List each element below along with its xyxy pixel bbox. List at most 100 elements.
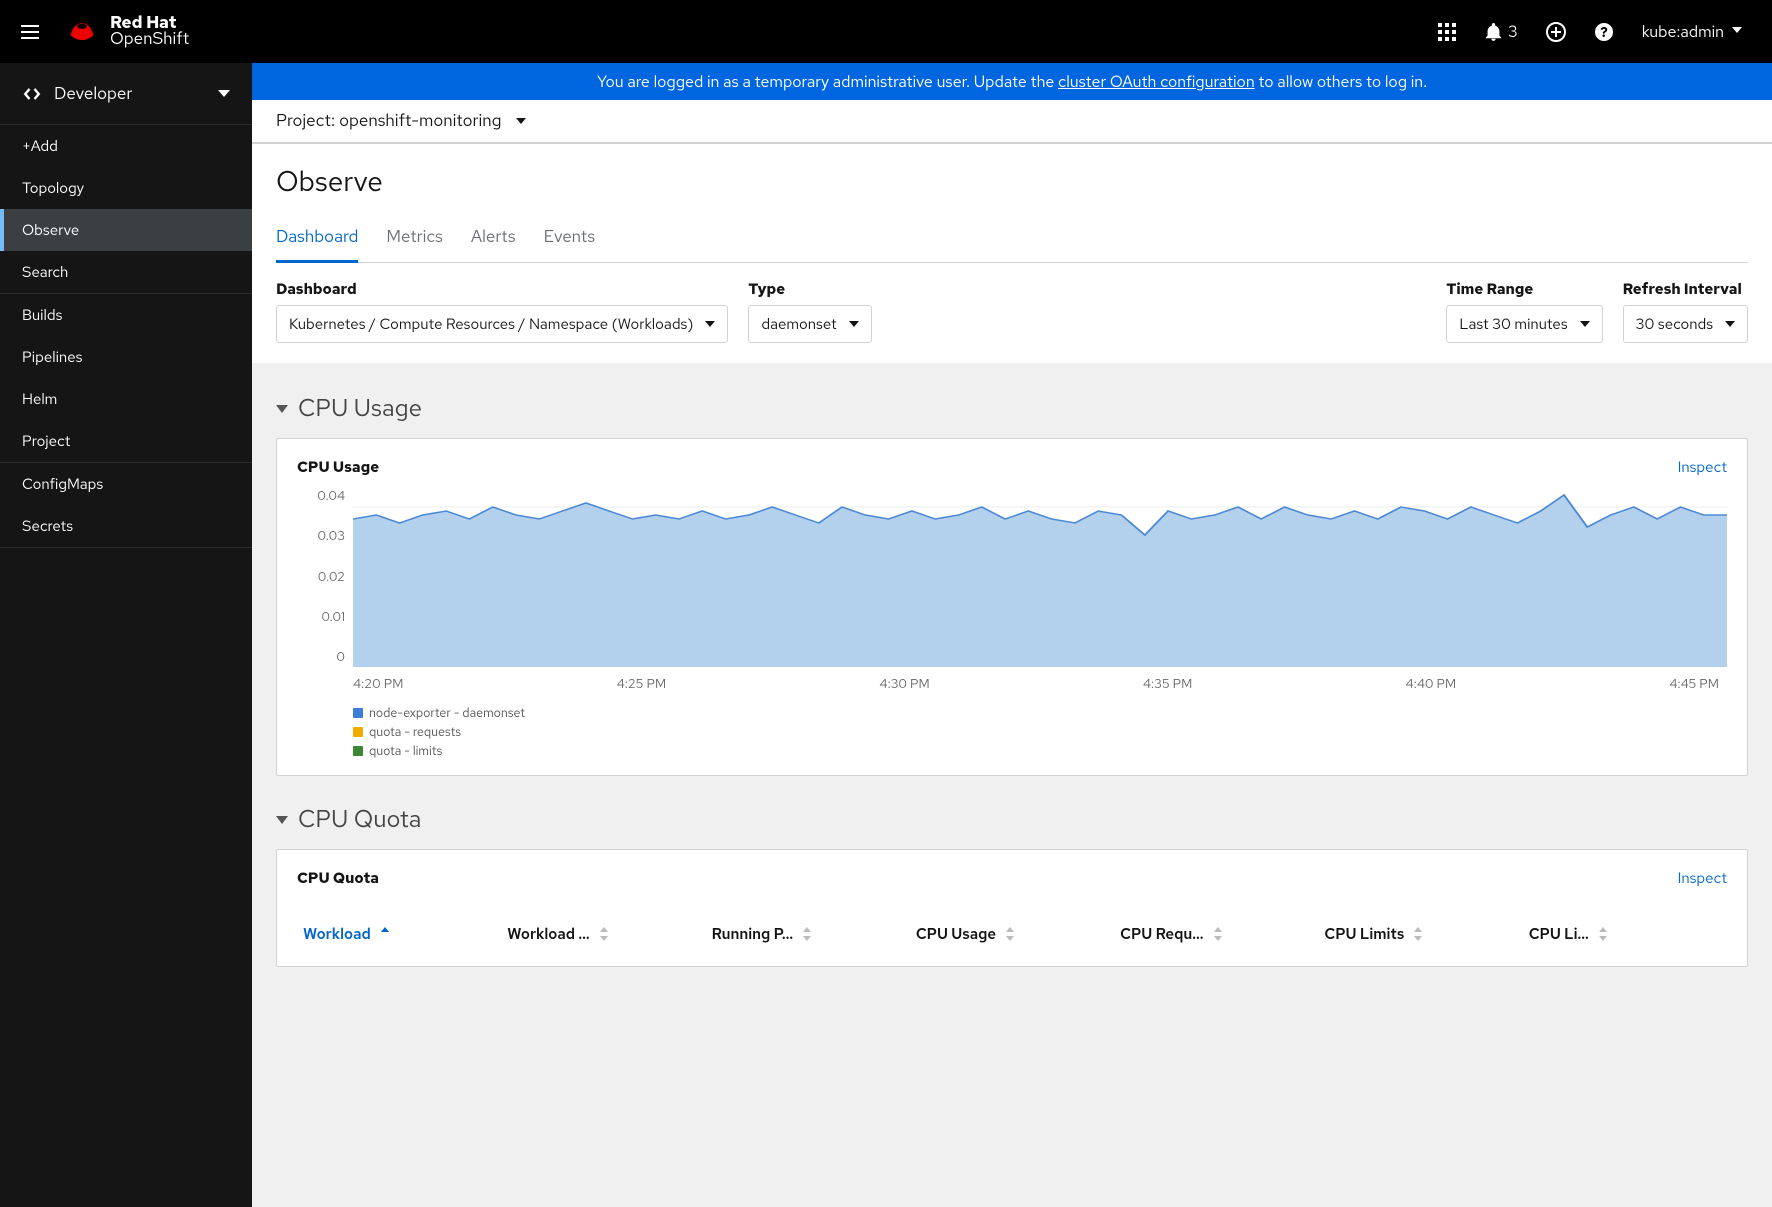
caret-down-icon bbox=[1732, 27, 1742, 37]
app-launcher-button[interactable] bbox=[1437, 22, 1457, 42]
brand-line2: OpenShift bbox=[110, 31, 189, 49]
cpu-quota-table-head: WorkloadWorkload ...Running P...CPU Usag… bbox=[297, 898, 1727, 952]
sidebar-item-configmaps[interactable]: ConfigMaps bbox=[0, 463, 252, 505]
column-header[interactable]: Running P... bbox=[706, 916, 910, 952]
refresh-select[interactable]: 30 seconds bbox=[1623, 305, 1748, 343]
cpu-usage-chart[interactable] bbox=[353, 487, 1727, 667]
help-button[interactable]: ? bbox=[1594, 22, 1614, 42]
type-value: daemonset bbox=[761, 314, 836, 334]
section-cpu-usage-title: CPU Usage bbox=[298, 393, 422, 424]
dashboard-toolbar: Dashboard Kubernetes / Compute Resources… bbox=[252, 263, 1772, 363]
perspective-switcher[interactable]: Developer bbox=[0, 63, 252, 125]
column-header[interactable]: CPU Requ... bbox=[1114, 916, 1318, 952]
timerange-select[interactable]: Last 30 minutes bbox=[1446, 305, 1602, 343]
plus-circle-icon bbox=[1546, 22, 1566, 42]
dashboard-select[interactable]: Kubernetes / Compute Resources / Namespa… bbox=[276, 305, 728, 343]
x-tick: 4:40 PM bbox=[1406, 675, 1457, 692]
x-tick: 4:45 PM bbox=[1669, 675, 1719, 692]
column-header[interactable]: CPU Limits bbox=[1318, 916, 1522, 952]
masthead: Red Hat OpenShift 3 ? kube:admin bbox=[0, 0, 1772, 63]
user-menu[interactable]: kube:admin bbox=[1642, 21, 1742, 42]
sort-icon bbox=[379, 927, 391, 941]
caret-down-icon bbox=[218, 90, 230, 97]
legend-label: quota - requests bbox=[369, 723, 461, 740]
column-header[interactable]: CPU Usage bbox=[910, 916, 1114, 952]
chart-y-axis: 0.040.030.020.010 bbox=[297, 487, 345, 667]
caret-down-icon bbox=[516, 118, 526, 124]
dashboard-value: Kubernetes / Compute Resources / Namespa… bbox=[289, 314, 693, 334]
chart-x-axis: 4:20 PM4:25 PM4:30 PM4:35 PM4:40 PM4:45 … bbox=[297, 675, 1727, 692]
sidebar: Developer +AddTopologyObserveSearchBuild… bbox=[0, 63, 252, 1207]
timerange-value: Last 30 minutes bbox=[1459, 314, 1567, 334]
caret-down-icon bbox=[1725, 321, 1735, 327]
type-select[interactable]: daemonset bbox=[748, 305, 871, 343]
brand-text: Red Hat OpenShift bbox=[110, 15, 189, 49]
masthead-actions: 3 ? kube:admin bbox=[1437, 21, 1772, 42]
banner-link[interactable]: cluster OAuth configuration bbox=[1058, 71, 1255, 92]
sidebar-item-project[interactable]: Project bbox=[0, 420, 252, 462]
section-cpu-quota-toggle[interactable]: CPU Quota bbox=[276, 804, 1748, 835]
column-header[interactable]: Workload bbox=[297, 916, 501, 952]
legend-item[interactable]: quota - requests bbox=[353, 723, 1727, 740]
legend-item[interactable]: quota - limits bbox=[353, 742, 1727, 759]
import-button[interactable] bbox=[1546, 22, 1566, 42]
main-content: You are logged in as a temporary adminis… bbox=[252, 63, 1772, 1207]
sidebar-item-builds[interactable]: Builds bbox=[0, 294, 252, 336]
tab-events[interactable]: Events bbox=[544, 218, 596, 262]
notifications-count: 3 bbox=[1508, 21, 1518, 42]
sidebar-item-secrets[interactable]: Secrets bbox=[0, 505, 252, 547]
legend-label: quota - limits bbox=[369, 742, 442, 759]
cpu-quota-card: CPU Quota Inspect WorkloadWorkload ...Ru… bbox=[276, 849, 1748, 967]
sort-icon bbox=[1212, 927, 1224, 941]
info-banner: You are logged in as a temporary adminis… bbox=[252, 63, 1772, 100]
x-tick: 4:35 PM bbox=[1143, 675, 1192, 692]
sidebar-item-topology[interactable]: Topology bbox=[0, 167, 252, 209]
legend-swatch bbox=[353, 708, 363, 718]
sort-icon bbox=[801, 927, 813, 941]
cpu-quota-card-title: CPU Quota bbox=[297, 868, 379, 888]
column-header[interactable]: Workload ... bbox=[501, 916, 705, 952]
refresh-label: Refresh Interval bbox=[1623, 279, 1748, 299]
nav-toggle-button[interactable] bbox=[0, 0, 60, 63]
sidebar-item-helm[interactable]: Helm bbox=[0, 378, 252, 420]
sidebar-item-search[interactable]: Search bbox=[0, 251, 252, 293]
username: kube:admin bbox=[1642, 21, 1724, 42]
question-circle-icon: ? bbox=[1594, 22, 1614, 42]
perspective-label: Developer bbox=[54, 83, 132, 105]
section-cpu-usage-toggle[interactable]: CPU Usage bbox=[276, 393, 1748, 424]
sort-icon bbox=[1004, 927, 1016, 941]
cpu-quota-inspect-link[interactable]: Inspect bbox=[1678, 868, 1727, 888]
banner-pre: You are logged in as a temporary adminis… bbox=[597, 71, 1058, 92]
redhat-icon bbox=[64, 19, 100, 45]
y-tick: 0 bbox=[336, 648, 345, 665]
project-label: Project: bbox=[276, 110, 335, 132]
brand[interactable]: Red Hat OpenShift bbox=[64, 15, 189, 49]
legend-item[interactable]: node-exporter - daemonset bbox=[353, 704, 1727, 721]
cpu-usage-inspect-link[interactable]: Inspect bbox=[1678, 457, 1727, 477]
grid-icon bbox=[1437, 22, 1457, 42]
chevron-down-icon bbox=[276, 816, 288, 824]
sort-icon bbox=[598, 927, 610, 941]
column-header[interactable]: CPU Li... bbox=[1523, 916, 1727, 952]
y-tick: 0.01 bbox=[321, 608, 345, 625]
chart-legend: node-exporter - daemonset quota - request… bbox=[297, 704, 1727, 759]
y-tick: 0.04 bbox=[317, 487, 345, 504]
sidebar-item-pipelines[interactable]: Pipelines bbox=[0, 336, 252, 378]
tab-alerts[interactable]: Alerts bbox=[471, 218, 516, 262]
sidebar-item--add[interactable]: +Add bbox=[0, 125, 252, 167]
tab-metrics[interactable]: Metrics bbox=[386, 218, 442, 262]
dashboard-label: Dashboard bbox=[276, 279, 728, 299]
refresh-value: 30 seconds bbox=[1636, 314, 1713, 334]
notifications-button[interactable]: 3 bbox=[1485, 21, 1518, 42]
timerange-label: Time Range bbox=[1446, 279, 1602, 299]
project-selector[interactable]: Project: openshift-monitoring bbox=[252, 100, 1772, 143]
caret-down-icon bbox=[1580, 321, 1590, 327]
project-value: openshift-monitoring bbox=[339, 110, 501, 132]
x-tick: 4:30 PM bbox=[879, 675, 929, 692]
tab-dashboard[interactable]: Dashboard bbox=[276, 218, 358, 262]
sidebar-item-observe[interactable]: Observe bbox=[0, 209, 252, 251]
x-tick: 4:25 PM bbox=[617, 675, 667, 692]
banner-post: to allow others to log in. bbox=[1255, 71, 1427, 92]
code-icon bbox=[22, 86, 42, 102]
legend-label: node-exporter - daemonset bbox=[369, 704, 525, 721]
